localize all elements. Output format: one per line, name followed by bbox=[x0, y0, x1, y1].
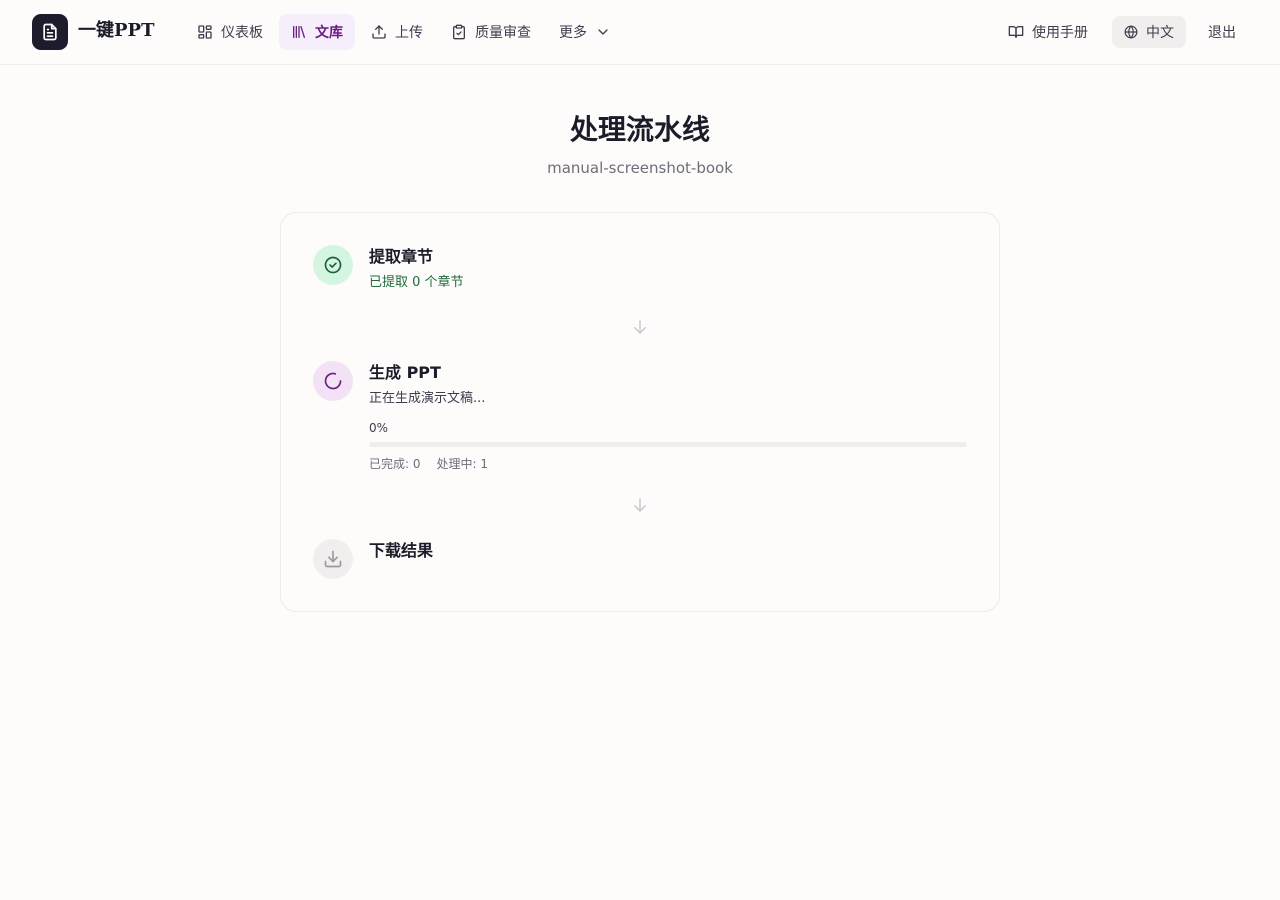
user-manual-link[interactable]: 使用手册 bbox=[996, 16, 1100, 48]
upload-icon bbox=[372, 25, 386, 39]
pipeline-card: 提取章节 已提取 0 个章节 生成 PPT 正在生成演示文稿... 0% 已完成… bbox=[280, 212, 1000, 612]
language-label: 中文 bbox=[1146, 25, 1174, 41]
step-extract-title: 提取章节 bbox=[369, 247, 434, 266]
progress-stats: 已完成: 0 处理中: 1 bbox=[369, 455, 488, 472]
dashboard-icon bbox=[198, 25, 212, 39]
globe-icon bbox=[1124, 25, 1138, 39]
nav-upload[interactable]: 上传 bbox=[359, 14, 435, 50]
step-download-status bbox=[313, 539, 353, 579]
arrow-down-icon bbox=[634, 498, 646, 512]
check-circle-icon bbox=[324, 256, 342, 274]
user-manual-label: 使用手册 bbox=[1032, 25, 1088, 41]
download-icon bbox=[324, 550, 342, 568]
progress-bar bbox=[369, 442, 967, 447]
nav-quality-review[interactable]: 质量审查 bbox=[439, 14, 543, 50]
page-subtitle: manual-screenshot-book bbox=[547, 159, 733, 177]
nav-more-label: 更多 bbox=[559, 25, 587, 41]
nav-library[interactable]: 文库 bbox=[279, 14, 355, 50]
app-logo[interactable] bbox=[32, 14, 68, 50]
step-generate-status bbox=[313, 361, 353, 401]
step-extract-status bbox=[313, 245, 353, 285]
nav-more-dropdown[interactable]: 更多 bbox=[547, 14, 623, 50]
step-generate-desc: 正在生成演示文稿... bbox=[369, 391, 486, 406]
page-title: 处理流水线 bbox=[569, 113, 710, 146]
chevron-down-icon bbox=[598, 29, 608, 35]
nav-library-label: 文库 bbox=[315, 25, 343, 41]
logout-button[interactable]: 退出 bbox=[1196, 16, 1248, 48]
progress-percent: 0% bbox=[369, 421, 389, 435]
completed-count: 已完成: 0 bbox=[369, 457, 421, 471]
document-icon bbox=[43, 23, 57, 41]
clipboard-check-icon bbox=[453, 24, 465, 40]
step-extract-desc: 已提取 0 个章节 bbox=[369, 275, 464, 290]
step-generate-title: 生成 PPT bbox=[369, 363, 441, 382]
book-open-icon bbox=[1008, 26, 1024, 38]
nav-quality-review-label: 质量审查 bbox=[475, 25, 531, 41]
nav-upload-label: 上传 bbox=[395, 25, 423, 41]
nav-dashboard-label: 仪表板 bbox=[221, 25, 263, 41]
app-name[interactable]: 一键PPT bbox=[78, 19, 154, 43]
processing-count: 处理中: 1 bbox=[436, 457, 489, 471]
arrow-down-icon bbox=[634, 320, 646, 334]
spinner-icon bbox=[324, 372, 342, 390]
step-download-title: 下载结果 bbox=[369, 541, 434, 560]
top-navbar: 一键PPT 仪表板 文库 上传 质量审查 更多 使用手册 中文 退出 bbox=[0, 0, 1280, 65]
language-switcher[interactable]: 中文 bbox=[1112, 16, 1186, 48]
nav-dashboard[interactable]: 仪表板 bbox=[185, 14, 275, 50]
library-icon bbox=[293, 26, 305, 38]
logout-label: 退出 bbox=[1208, 25, 1236, 41]
